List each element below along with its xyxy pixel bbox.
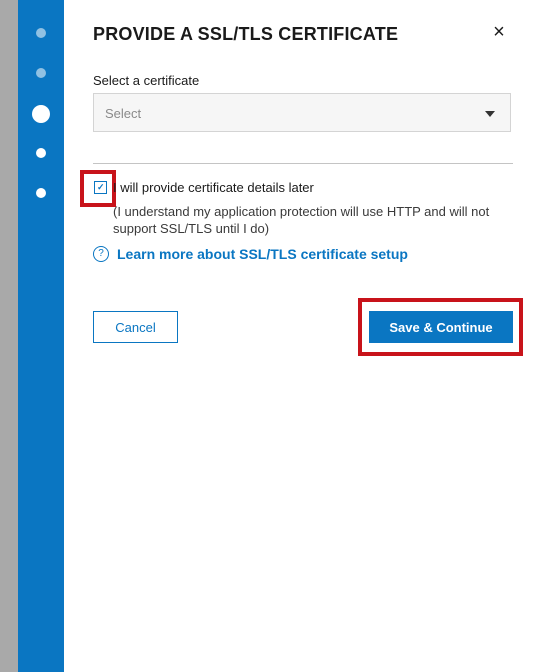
- certificate-dialog: PROVIDE A SSL/TLS CERTIFICATE × Select a…: [64, 0, 536, 672]
- cancel-button[interactable]: Cancel: [93, 311, 178, 343]
- step-indicator-4: [36, 148, 46, 158]
- dialog-title: PROVIDE A SSL/TLS CERTIFICATE: [93, 24, 399, 44]
- step-indicator-5: [36, 188, 46, 198]
- provide-later-checkbox[interactable]: ✓: [94, 181, 107, 194]
- step-indicator-3-current: [32, 105, 50, 123]
- step-indicator-2: [36, 68, 46, 78]
- check-icon: ✓: [97, 182, 105, 192]
- certificate-select-value: Select: [105, 106, 142, 121]
- ssl-help-link[interactable]: ? Learn more about SSL/TLS certificate s…: [93, 246, 408, 262]
- close-icon[interactable]: ×: [489, 20, 509, 44]
- ssl-help-link-text: Learn more about SSL/TLS certificate set…: [117, 246, 408, 262]
- provide-later-label: I will provide certificate details later: [113, 180, 314, 195]
- chevron-down-icon: [485, 111, 495, 117]
- save-continue-button[interactable]: Save & Continue: [369, 311, 513, 343]
- help-icon: ?: [93, 246, 109, 262]
- provide-later-note: (I understand my application protection …: [113, 204, 490, 236]
- page-backdrop: [0, 0, 18, 672]
- section-divider: [93, 163, 513, 164]
- progress-stepper: [18, 0, 64, 672]
- certificate-select[interactable]: Select: [93, 93, 511, 132]
- certificate-select-label: Select a certificate: [93, 73, 200, 88]
- step-indicator-1: [36, 28, 46, 38]
